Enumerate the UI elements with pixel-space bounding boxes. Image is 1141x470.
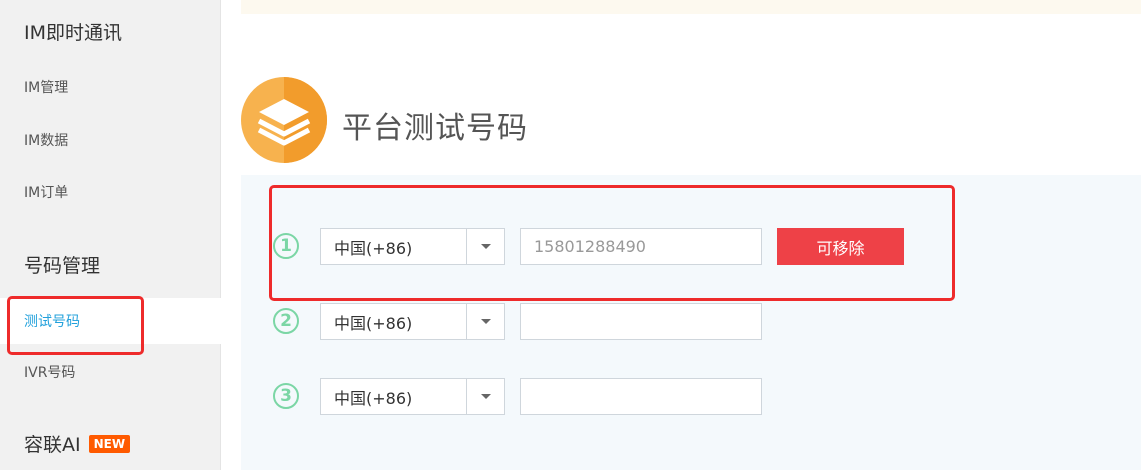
highlight-box-sidebar [7, 296, 144, 355]
phone-number-input[interactable] [520, 378, 762, 415]
sidebar-item-label: IM管理 [24, 80, 69, 96]
country-code-select[interactable]: 中国(+86) [320, 378, 505, 415]
page-title: 平台测试号码 [342, 111, 528, 146]
phone-number-input[interactable] [520, 303, 762, 340]
sidebar-item-im-orders[interactable]: IM订单 [0, 169, 220, 215]
row-index-badge: 2 [273, 308, 299, 334]
sidebar-group-ai: 容联AI NEW [24, 430, 131, 457]
layers-icon [241, 77, 327, 163]
new-badge: NEW [88, 434, 131, 453]
country-code-value: 中国(+86) [321, 304, 467, 339]
dropdown-arrow-icon[interactable] [467, 379, 504, 414]
country-code-select[interactable]: 中国(+86) [320, 303, 505, 340]
row-index-badge: 3 [273, 383, 299, 409]
sidebar-item-label: IM订单 [24, 185, 69, 201]
sidebar-group-label: 号码管理 [24, 255, 101, 277]
sidebar-item-label: IM数据 [24, 133, 69, 149]
sidebar: IM即时通讯 IM管理 IM数据 IM订单 号码管理 测试号码 IVR号码 容联… [0, 0, 221, 470]
notice-strip [241, 0, 1141, 14]
sidebar-item-label: IVR号码 [24, 365, 76, 381]
sidebar-group-label: IM即时通讯 [24, 22, 122, 44]
sidebar-group-numbers: 号码管理 [24, 251, 100, 278]
highlight-box-row [269, 185, 955, 301]
sidebar-group-label: 容联AI [24, 434, 81, 456]
sidebar-group-im: IM即时通讯 [24, 18, 122, 45]
sidebar-item-im-manage[interactable]: IM管理 [0, 64, 220, 110]
country-code-value: 中国(+86) [321, 379, 467, 414]
sidebar-item-ivr-numbers[interactable]: IVR号码 [0, 349, 220, 395]
sidebar-item-im-data[interactable]: IM数据 [0, 117, 220, 163]
dropdown-arrow-icon[interactable] [467, 304, 504, 339]
